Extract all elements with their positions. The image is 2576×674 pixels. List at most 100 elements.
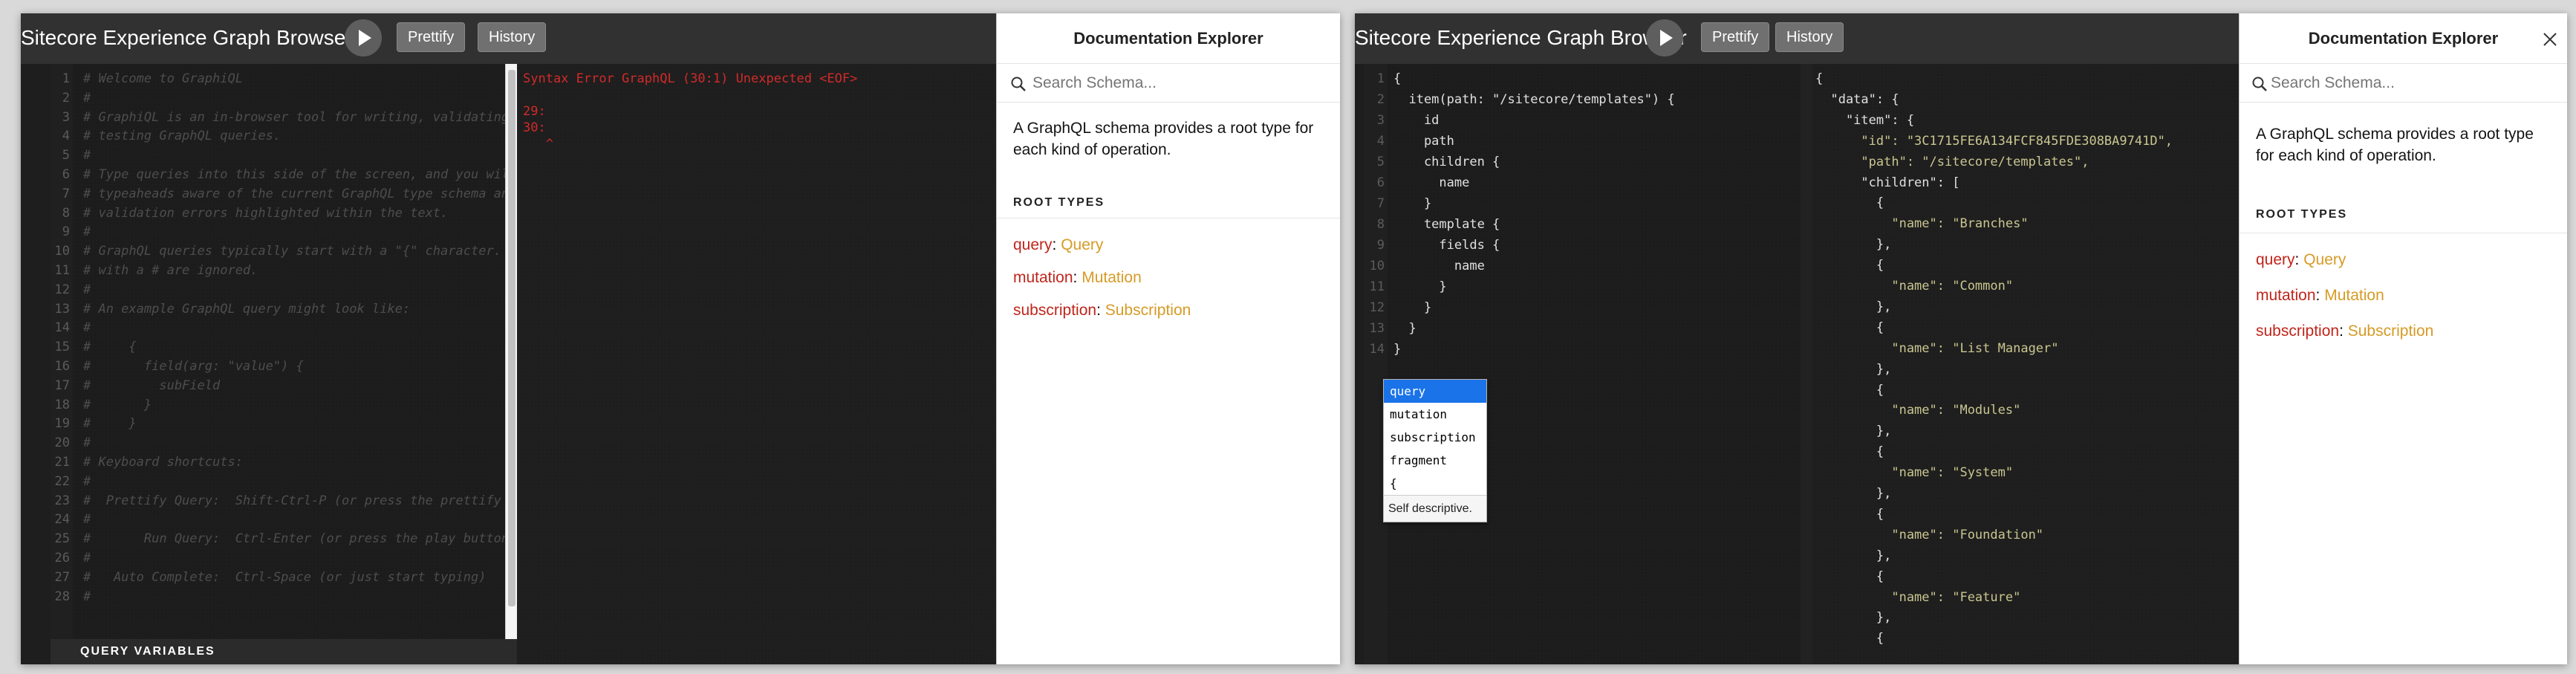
line-number: 3 <box>62 109 70 125</box>
result-line: { <box>1815 195 1884 211</box>
result-line: { <box>1815 258 1884 273</box>
search-schema-input[interactable] <box>1032 73 1315 94</box>
search-icon <box>2252 77 2267 91</box>
line-number: 19 <box>54 416 70 432</box>
line-number: 12 <box>1369 300 1385 315</box>
prettify-button[interactable]: Prettify <box>397 22 466 52</box>
line-number: 21 <box>54 455 70 470</box>
result-line: }, <box>1815 361 1892 377</box>
result-line: "name": "Foundation" <box>1815 527 2044 542</box>
code-line: # } <box>83 397 152 412</box>
line-number: 6 <box>62 167 70 182</box>
line-number: 23 <box>54 493 70 508</box>
root-type-subscription[interactable]: subscription: Subscription <box>1013 302 1191 320</box>
code-line: # <box>83 512 91 528</box>
line-number: 4 <box>1376 134 1385 149</box>
line-number: 10 <box>54 244 70 259</box>
line-number: 7 <box>62 186 70 201</box>
code-line: # } <box>83 416 137 432</box>
scrollbar-thumb[interactable] <box>508 70 515 606</box>
result-line: 29: <box>523 104 546 119</box>
result-line: "children": [ <box>1815 175 1960 190</box>
line-number: 22 <box>54 473 70 489</box>
search-schema-input[interactable] <box>2271 73 2508 94</box>
code-line: { <box>1393 71 1402 86</box>
root-type-mutation[interactable]: mutation: Mutation <box>2256 287 2384 305</box>
toolbar: Sitecore Experience Graph Browser Pretti… <box>21 13 996 64</box>
line-number: 14 <box>1369 342 1385 357</box>
line-number: 18 <box>54 397 70 412</box>
code-line: # validation errors highlighted within t… <box>83 205 449 221</box>
code-line: } <box>1393 342 1402 357</box>
result-line: "id": "3C1715FE6A134FCF845FDE308BA9741D"… <box>1815 133 2173 149</box>
result-line: { <box>1815 382 1884 398</box>
autocomplete-item[interactable]: fragment <box>1384 449 1486 472</box>
query-editor[interactable]: 1 2 3 4 5 6 7 8 9 10 11 12 13 14 { item(path: "/sitec… <box>1364 64 1801 664</box>
code-line: } <box>1393 196 1432 211</box>
line-number: 27 <box>54 569 70 585</box>
line-number: 9 <box>1376 238 1385 253</box>
result-line: { <box>1815 444 1884 460</box>
history-button[interactable]: History <box>1775 22 1844 52</box>
result-line: }, <box>1815 548 1892 563</box>
root-type-query[interactable]: query: Query <box>2256 251 2346 269</box>
code-line: name <box>1393 175 1470 190</box>
line-number: 12 <box>54 282 70 297</box>
line-number: 5 <box>1376 155 1385 169</box>
autocomplete-item[interactable]: subscription <box>1384 426 1486 449</box>
code-line: # <box>83 551 91 566</box>
toolbar: Sitecore Experience Graph Browser Pretti… <box>1355 13 2239 64</box>
root-types-label: ROOT TYPES <box>1013 196 1105 209</box>
autocomplete-description: Self descriptive. <box>1384 495 1486 522</box>
line-number: 20 <box>54 435 70 451</box>
root-type-mutation[interactable]: mutation: Mutation <box>1013 269 1142 287</box>
code-line: # <box>83 148 91 163</box>
history-button[interactable]: History <box>478 22 547 52</box>
result-line: }, <box>1815 486 1892 501</box>
root-type-subscription[interactable]: subscription: Subscription <box>2256 323 2433 340</box>
root-type-query[interactable]: query: Query <box>1013 236 1103 254</box>
code-line: # subField <box>83 377 221 393</box>
line-number: 13 <box>54 301 70 317</box>
line-number: 4 <box>62 129 70 144</box>
documentation-explorer: Documentation Explorer A GraphQL schema … <box>996 13 1340 664</box>
result-line: "data": { <box>1815 91 1899 107</box>
code-line: # <box>83 282 91 297</box>
code-line: # <box>83 224 91 240</box>
schema-description: A GraphQL schema provides a root type fo… <box>2256 126 2534 164</box>
result-line: { <box>1815 568 1884 584</box>
line-numbers: 1 2 3 4 5 6 7 8 9 10 11 12 13 14 15 16 17 18 19 20 21 22 23 24 2… <box>51 64 73 644</box>
code-line: children { <box>1393 155 1500 169</box>
result-line: "name": "Common" <box>1815 279 2014 294</box>
code-line: path <box>1393 134 1454 149</box>
prettify-button[interactable]: Prettify <box>1701 22 1770 52</box>
code-line: template { <box>1393 217 1500 232</box>
code-line: fields { <box>1393 238 1500 253</box>
query-editor[interactable]: 1 2 3 4 5 6 7 8 9 10 11 12 13 14 15 16 17 18 19 20 21 22 23 24 2… <box>51 64 638 644</box>
code-line: # <box>83 320 91 336</box>
code-line: } <box>1393 300 1432 315</box>
autocomplete-dropdown[interactable]: query mutation subscription fragment{Self d… <box>1383 379 1487 522</box>
result-line: { <box>1815 506 1884 522</box>
query-variables-header[interactable]: QUERY VARIABLES <box>51 639 547 664</box>
docs-search <box>997 64 1340 103</box>
autocomplete-item[interactable]: mutation <box>1384 403 1486 426</box>
line-number: 25 <box>54 531 70 547</box>
query-editor-scrollbar[interactable] <box>505 64 517 644</box>
line-number: 13 <box>1369 321 1385 336</box>
autocomplete-item[interactable]: { <box>1384 472 1486 495</box>
result-line: "item": { <box>1815 112 1915 128</box>
graphiql-window-right: Sitecore Experience Graph Browser Pretti… <box>1355 13 2567 664</box>
line-number: 28 <box>54 589 70 604</box>
execute-query-button[interactable] <box>1646 19 1683 56</box>
execute-query-button[interactable] <box>345 19 382 56</box>
app-title: Sitecore Experience Graph Browser <box>21 26 353 49</box>
autocomplete-item[interactable]: query <box>1384 380 1486 403</box>
code-line: # GraphiQL is an in-browser tool for wri… <box>83 109 547 125</box>
code-line: # { <box>83 340 137 355</box>
result-line: }, <box>1815 424 1892 439</box>
result-line: }, <box>1815 237 1892 253</box>
close-icon[interactable] <box>2542 31 2558 48</box>
code-line: # <box>83 589 91 604</box>
code-line: # Run Query: Ctrl-Enter (or press the pl… <box>83 531 562 547</box>
